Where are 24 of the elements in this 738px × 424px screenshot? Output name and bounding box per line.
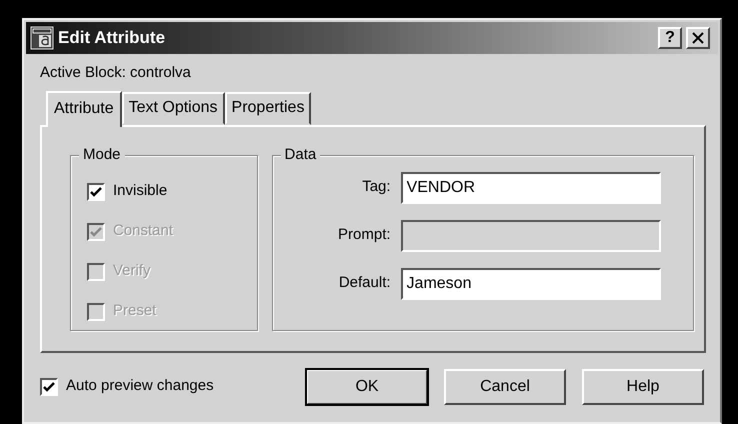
- option-label: Preset: [113, 301, 156, 322]
- close-button[interactable]: [686, 27, 710, 49]
- tab[interactable]: Attribute: [46, 90, 122, 126]
- field-label: Tag:: [361, 177, 392, 198]
- field-label: Default:: [338, 273, 392, 294]
- attribute-icon: [30, 26, 54, 50]
- field-label: Prompt:: [337, 225, 392, 246]
- help-button[interactable]: ?: [658, 27, 682, 49]
- checkbox[interactable]: [40, 378, 58, 396]
- dialog-button[interactable]: Help: [582, 368, 704, 404]
- dialog-button[interactable]: Cancel: [444, 368, 566, 404]
- dialog-button[interactable]: OK: [306, 368, 428, 404]
- close-icon: [692, 32, 704, 44]
- input-field[interactable]: VENDOR: [400, 172, 661, 204]
- checkbox[interactable]: [87, 182, 105, 200]
- tab[interactable]: Properties: [224, 92, 312, 124]
- window-title: Edit Attribute: [58, 27, 166, 50]
- option-label: Verify: [113, 261, 151, 282]
- option-label: Constant: [113, 221, 174, 242]
- option-label: Invisible: [113, 181, 168, 202]
- checkbox-label: Auto preview changes: [66, 376, 214, 396]
- active-block-label: Active Block: controlva: [39, 63, 192, 83]
- tab[interactable]: Text Options: [122, 92, 225, 124]
- input-field[interactable]: Jameson: [400, 268, 661, 300]
